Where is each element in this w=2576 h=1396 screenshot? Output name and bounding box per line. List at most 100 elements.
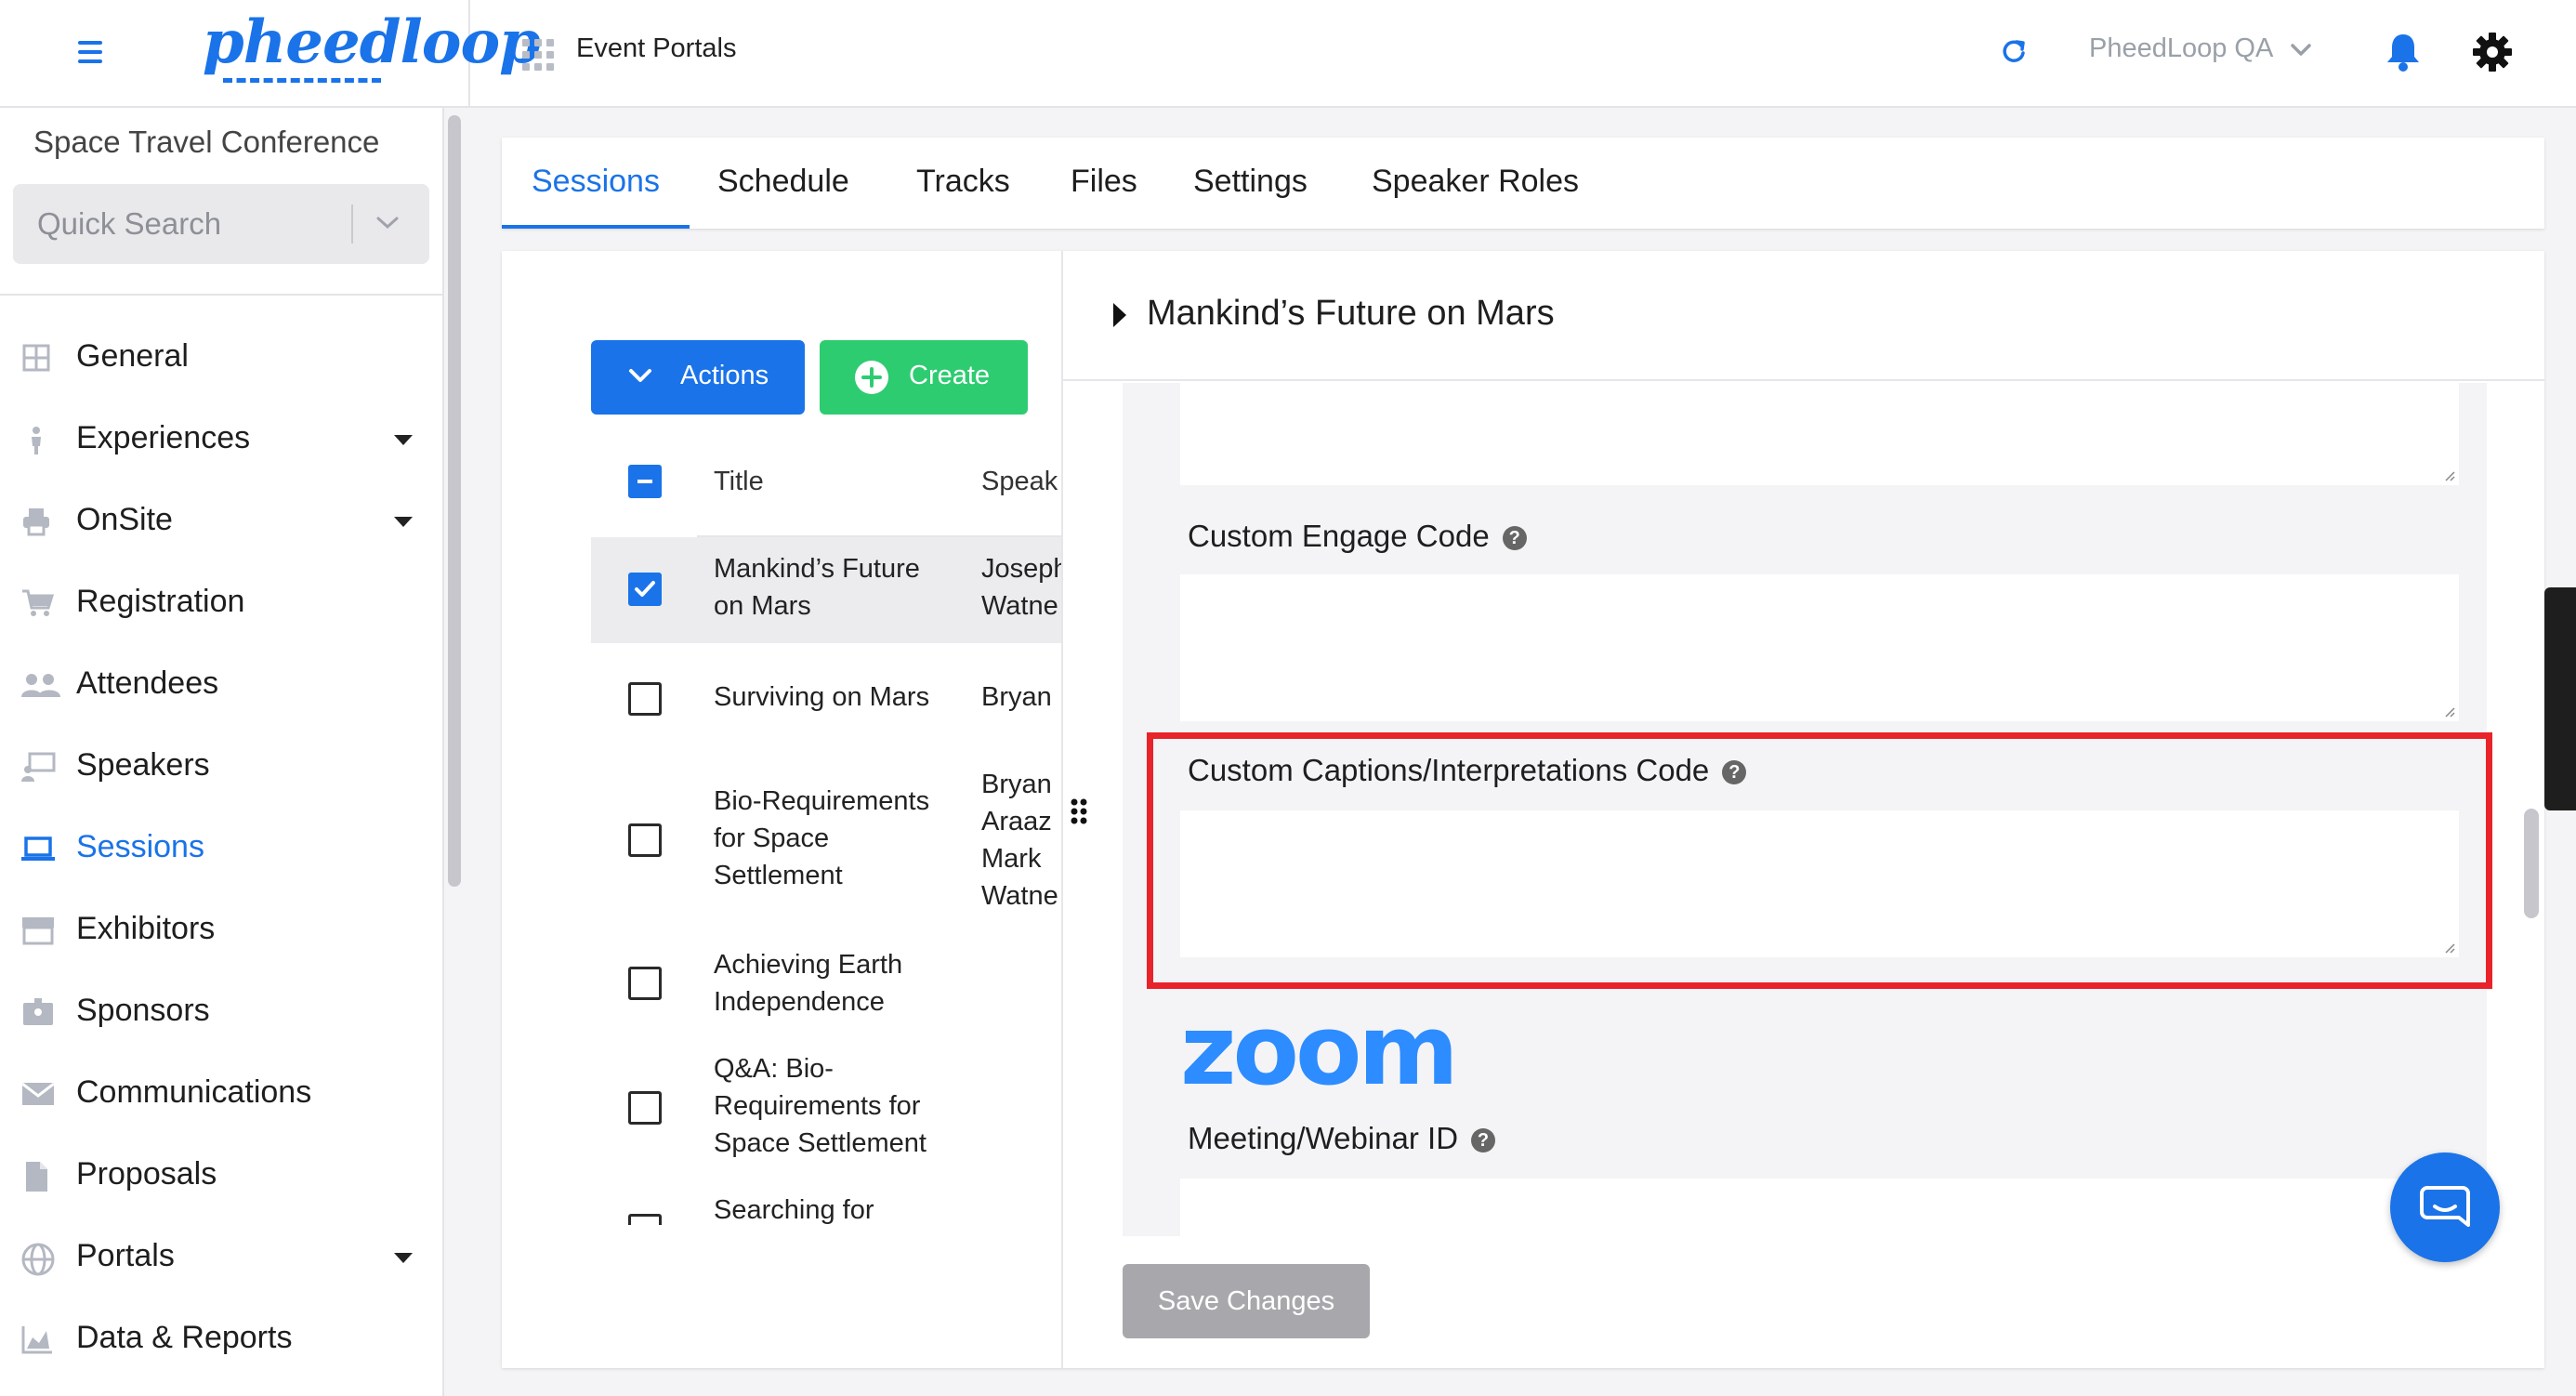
pheedloop-logo[interactable]: pheedloop [203,7,541,77]
plus-circle-icon [853,359,890,396]
meeting-webinar-id-field[interactable] [1180,1179,2459,1236]
session-title[interactable]: Q&A: Bio-Requirements for Space Settleme… [714,1050,965,1162]
session-title[interactable]: Achieving Earth Independence [714,946,955,1021]
laptop-icon [20,833,56,864]
session-title[interactable]: Mankind’s Future on Mars [714,550,955,625]
session-speaker: Bryan [981,682,1052,712]
caret-down-icon[interactable] [394,1253,413,1263]
zoom-logo: zoom [1180,994,1459,1107]
session-speaker: Joseph Watne [981,554,1061,621]
sidebar-item-speakers[interactable]: Speakers [0,731,444,801]
apps-grid-icon[interactable] [522,39,554,71]
meeting-webinar-id-label: Meeting/Webinar ID? [1188,1121,1496,1156]
custom-engage-code-field[interactable] [1180,574,2459,721]
tab-settings[interactable]: Settings [1193,164,1308,200]
sidebar-item-label: Experiences [76,420,251,455]
sidebar-item-label: Sponsors [76,993,210,1028]
sidebar-item-data-reports[interactable]: Data & Reports [0,1303,444,1374]
divider [351,204,353,244]
caret-down-icon[interactable] [394,435,413,445]
session-title[interactable]: Surviving on Mars [714,678,974,716]
sidebar-item-label: General [76,338,189,374]
row-checkbox[interactable] [628,823,662,857]
chevron-down-icon[interactable] [2290,43,2312,58]
tab-sessions[interactable]: Sessions [532,164,660,200]
sidebar-item-communications[interactable]: Communications [0,1058,444,1128]
highlight-box [1147,732,2492,989]
help-icon[interactable]: ? [1471,1128,1496,1153]
sidebar-item-proposals[interactable]: Proposals [0,1139,444,1210]
person-icon [20,424,56,455]
tab-schedule[interactable]: Schedule [717,164,849,200]
grid-icon [20,342,56,374]
badge-icon [20,996,56,1028]
refresh-icon[interactable] [2000,37,2028,65]
drag-handle-icon[interactable] [1069,797,1089,825]
cart-icon [20,587,56,619]
sidebar-item-exhibitors[interactable]: Exhibitors [0,894,444,965]
collapse-triangle-icon[interactable] [1113,303,1126,327]
caret-down-icon[interactable] [394,517,413,527]
sidebar-item-label: Attendees [76,665,219,701]
mail-icon [20,1078,56,1110]
sidebar-item-onsite[interactable]: OnSite [0,485,444,556]
sidebar-item-label: Exhibitors [76,911,216,946]
session-speaker: Bryan Araaz Mark Watne [981,770,1058,911]
sidebar-item-registration[interactable]: Registration [0,567,444,638]
session-title[interactable]: Bio-Requirements for Space Settlement [714,783,965,894]
actions-button[interactable]: Actions [591,340,805,415]
resize-grip-icon[interactable] [2444,470,2455,481]
divider [0,294,444,296]
hamburger-menu-icon[interactable] [78,41,102,63]
chat-support-button[interactable] [2390,1152,2500,1262]
textarea-previous[interactable] [1180,383,2459,485]
resize-grip-icon[interactable] [2444,706,2455,718]
store-icon [20,915,56,946]
row-checkbox[interactable] [628,967,662,1000]
feedback-tab[interactable] [2544,587,2576,810]
quick-search-select[interactable]: Quick Search [13,184,429,264]
session-list: Mankind’s Future on Mars Joseph Watne Su… [591,446,1061,1225]
active-tab-indicator [502,225,690,229]
sidebar-scrollbar[interactable] [448,115,461,887]
session-detail-title[interactable]: Mankind’s Future on Mars [1147,294,1555,334]
save-changes-button[interactable]: Save Changes [1123,1264,1370,1338]
chevron-down-icon [628,368,652,385]
row-checkbox[interactable] [628,1091,662,1125]
chat-bubble-icon [2420,1186,2470,1227]
sidebar-item-attendees[interactable]: Attendees [0,649,444,719]
people-icon [20,669,60,701]
chevron-down-icon[interactable] [375,216,400,230]
custom-engage-code-label: Custom Engage Code? [1188,519,1527,554]
session-title[interactable]: Searching for [714,1192,965,1225]
sidebar-item-general[interactable]: General [0,322,444,392]
tab-speaker-roles[interactable]: Speaker Roles [1372,164,1579,200]
event-name: Space Travel Conference [33,125,380,159]
sidebar-item-sponsors[interactable]: Sponsors [0,976,444,1047]
globe-icon [20,1242,56,1276]
logo-area: pheedloop [0,0,541,108]
document-icon [20,1160,56,1192]
gear-icon[interactable] [2472,32,2513,72]
sidebar-item-experiences[interactable]: Experiences [0,403,444,474]
form-scrollbar[interactable] [2524,809,2539,918]
panel-divider [1061,251,1063,1368]
tab-bar: Sessions Schedule Tracks Files Settings … [502,138,2544,229]
sidebar-item-label: Data & Reports [76,1320,293,1355]
sidebar-item-label: Proposals [76,1156,217,1192]
tab-files[interactable]: Files [1071,164,1137,200]
help-icon[interactable]: ? [1502,526,1527,551]
row-checkbox[interactable] [628,1214,662,1225]
quick-search-placeholder: Quick Search [37,206,222,241]
sidebar-item-sessions[interactable]: Sessions [0,812,444,883]
sidebar-item-label: Communications [76,1074,312,1110]
bell-icon[interactable] [2385,32,2422,72]
account-switcher[interactable]: PheedLoop QA [2089,33,2273,64]
sidebar-item-portals[interactable]: Portals [0,1221,444,1292]
tab-tracks[interactable]: Tracks [916,164,1010,200]
row-checkbox[interactable] [628,682,662,716]
row-checkbox[interactable] [628,573,662,606]
sidebar-item-label: Portals [76,1238,175,1273]
create-button[interactable]: Create [820,340,1028,415]
logo-underline [223,78,381,83]
